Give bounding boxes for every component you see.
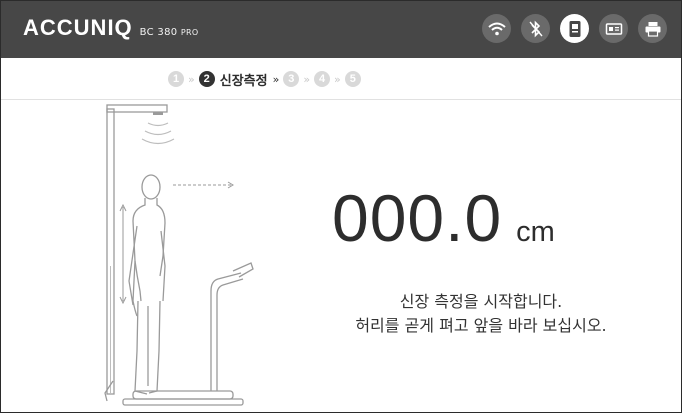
height-readout: 000.0 cm <box>332 185 555 251</box>
current-step-label: 신장측정 <box>219 73 268 89</box>
step-2-current: 2 <box>198 71 215 87</box>
step-indicator: 1 » 2 신장측정 » 3 » 4 » 5 <box>1 59 681 100</box>
instruction-line-1: 신장 측정을 시작합니다. <box>399 292 563 311</box>
printer-icon[interactable] <box>638 14 667 43</box>
step-separator: » <box>188 72 195 86</box>
brand-logo: ACCUNIQ BC 380 PRO <box>23 15 198 41</box>
app-window: ACCUNIQ BC 380 PRO 1 » 2 신장측정 » 3 » 4 » … <box>0 0 682 413</box>
wifi-icon[interactable] <box>482 14 511 43</box>
step-separator: » <box>272 72 280 86</box>
height-value: 000.0 <box>332 181 503 255</box>
step-separator: » <box>303 72 311 86</box>
header-icons <box>482 14 667 43</box>
header-bar: ACCUNIQ BC 380 PRO <box>1 1 681 58</box>
model-name: BC 380 PRO <box>139 27 199 38</box>
card-reader-icon[interactable] <box>599 14 628 43</box>
step-4: 4 <box>314 71 331 87</box>
id-card-icon[interactable] <box>560 14 589 43</box>
instruction-line-2: 허리를 곧게 펴고 앞을 바라 보십시오. <box>355 316 607 335</box>
step-separator: » <box>334 72 341 86</box>
brand-name: ACCUNIQ <box>23 15 133 40</box>
step-list: 1 » 2 신장측정 » 3 » 4 » 5 <box>168 69 361 89</box>
height-unit: cm <box>516 216 555 248</box>
height-measurement-illustration <box>104 104 254 406</box>
step-5: 5 <box>344 71 361 87</box>
step-1: 1 <box>168 71 184 87</box>
step-3: 3 <box>283 71 300 87</box>
bluetooth-icon[interactable] <box>521 14 550 43</box>
